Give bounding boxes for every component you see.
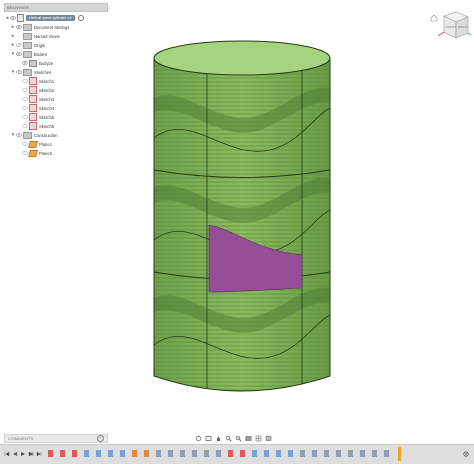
viewcube-right-label: RIGHT (458, 25, 468, 29)
folder-icon (23, 32, 32, 40)
folder-icon (23, 68, 32, 76)
tree-label: Plane2 (39, 150, 53, 156)
navigation-toolbar (195, 434, 281, 443)
sketch-icon (29, 122, 37, 130)
visibility-eye-icon[interactable] (22, 124, 28, 128)
visibility-eye-icon[interactable] (16, 70, 22, 74)
canvas-viewport[interactable]: BROWSER ◂ Helical wave cylinder v4 ▸ Doc… (0, 0, 474, 464)
viewcube[interactable]: FRONT RIGHT (428, 8, 472, 48)
sketch-icon (29, 95, 37, 103)
folder-icon (23, 23, 32, 31)
timeline-bar (0, 444, 474, 464)
sketch-icon (29, 77, 37, 85)
visibility-eye-icon[interactable] (16, 34, 22, 38)
viewports-icon[interactable] (265, 435, 272, 442)
document-icon (17, 14, 24, 22)
browser-panel: BROWSER ◂ Helical wave cylinder v4 ▸ Doc… (4, 3, 108, 161)
comments-panel[interactable]: COMMENTS + (4, 434, 108, 443)
tree-label: Sketch2 (39, 87, 55, 93)
folder-icon (23, 50, 32, 58)
tree-label: Bodies (34, 51, 47, 57)
wave-ridges (154, 58, 330, 391)
tree-item-construction[interactable]: ▾ Construction (10, 131, 58, 139)
previous-icon[interactable] (12, 451, 18, 457)
add-comment-icon[interactable]: + (97, 435, 104, 442)
visibility-eye-icon[interactable] (10, 16, 16, 20)
visibility-eye-icon[interactable] (22, 97, 28, 101)
viewcube-front-label: FRONT (447, 25, 457, 29)
to-end-icon[interactable] (36, 451, 42, 457)
plane-icon (28, 149, 38, 157)
visibility-eye-icon[interactable] (22, 115, 28, 119)
sketch-icon (29, 86, 37, 94)
visibility-eye-icon[interactable] (16, 25, 22, 29)
tree-label: Sketch4 (39, 105, 55, 111)
orbit-icon[interactable] (195, 435, 202, 442)
grid-icon[interactable] (255, 435, 262, 442)
active-radio[interactable] (77, 15, 84, 21)
to-start-icon[interactable] (4, 451, 10, 457)
tree-item-sketches[interactable]: ▾ Sketches (10, 68, 51, 76)
comments-label: COMMENTS (8, 436, 34, 441)
timeline-marker[interactable] (398, 447, 401, 461)
visibility-eye-icon[interactable] (22, 106, 28, 110)
pan-icon[interactable] (215, 435, 222, 442)
tree-label: Sketch1 (39, 78, 55, 84)
tree-label: Plane1 (39, 141, 53, 147)
body-icon (29, 59, 37, 67)
tree-label: Origin (34, 42, 46, 48)
tree-item-sketch6[interactable]: Sketch6 (22, 122, 54, 130)
tree-root[interactable]: ◂ Helical wave cylinder v4 (4, 14, 84, 22)
tree-label: Named Views (34, 33, 60, 39)
tree-item-bodies[interactable]: ▾ Bodies (10, 50, 47, 58)
visibility-eye-icon[interactable] (22, 79, 28, 83)
timeline-settings-gear-icon[interactable] (462, 450, 470, 458)
tree-item-origin[interactable]: ▸ Origin (10, 41, 45, 49)
folder-icon (23, 41, 32, 49)
visibility-eye-icon[interactable] (22, 142, 28, 146)
visibility-eye-icon[interactable] (16, 43, 22, 47)
tree-item-named-views[interactable]: ▸ Named Views (10, 32, 60, 40)
fit-icon[interactable] (235, 435, 242, 442)
tree-item-body2e[interactable]: Body2e (22, 59, 53, 67)
display-settings-icon[interactable] (245, 435, 252, 442)
tree-item-sketch2[interactable]: Sketch2 (22, 86, 54, 94)
tree-label: Sketch6 (39, 123, 55, 129)
cylinder-top-face[interactable] (153, 40, 331, 76)
tree-item-sketch3[interactable]: Sketch3 (22, 95, 54, 103)
look-at-icon[interactable] (205, 435, 212, 442)
tree-item-plane2[interactable]: Plane2 (22, 149, 52, 157)
play-icon[interactable] (20, 451, 26, 457)
next-icon[interactable] (28, 451, 34, 457)
tree-label: Body2e (39, 60, 54, 66)
sketch-icon (29, 113, 37, 121)
visibility-eye-icon[interactable] (22, 61, 28, 65)
zoom-icon[interactable] (225, 435, 232, 442)
tree-label: Sketches (34, 69, 52, 75)
root-label[interactable]: Helical wave cylinder v4 (26, 15, 75, 21)
visibility-eye-icon[interactable] (22, 151, 28, 155)
timeline-features[interactable] (44, 449, 394, 459)
tree-label: Document Settings (34, 24, 70, 30)
tree-label: Sketch5 (39, 114, 55, 120)
browser-header[interactable]: BROWSER (4, 3, 108, 12)
visibility-eye-icon[interactable] (16, 133, 22, 137)
tree-item-sketch5[interactable]: Sketch5 (22, 113, 54, 121)
sketch-icon (29, 104, 37, 112)
tree-item-sketch1[interactable]: Sketch1 (22, 77, 54, 85)
visibility-eye-icon[interactable] (16, 52, 22, 56)
folder-icon (23, 131, 32, 139)
home-icon[interactable] (430, 14, 438, 22)
tree-item-document-settings[interactable]: ▸ Document Settings (10, 23, 69, 31)
tree-item-sketch4[interactable]: Sketch4 (22, 104, 54, 112)
tree-label: Construction (34, 132, 58, 138)
tree-label: Sketch3 (39, 96, 55, 102)
browser-title: BROWSER (7, 5, 30, 10)
plane-icon (28, 140, 38, 148)
visibility-eye-icon[interactable] (22, 88, 28, 92)
tree-item-plane1[interactable]: Plane1 (22, 140, 52, 148)
